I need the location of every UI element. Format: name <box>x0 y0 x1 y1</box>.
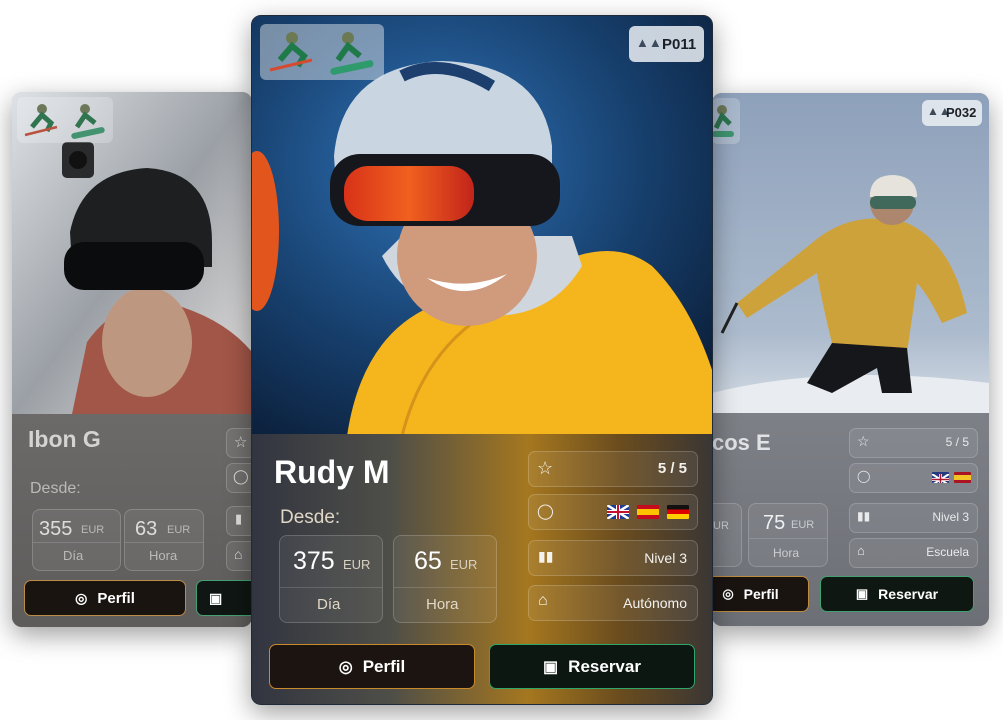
book-button[interactable]: ▣ <box>196 580 252 616</box>
languages-row: ◯ <box>226 463 252 493</box>
price-hour-value: 65 <box>414 547 442 575</box>
currency-label: EUR <box>791 519 815 531</box>
snowboard-icon <box>712 105 734 137</box>
ski-icon <box>24 104 58 137</box>
instructor-card-marcos[interactable]: ▲▲ P032 cos E ☆ 5 / 5 ◯ UR 75 EUR Hora ▮… <box>712 93 989 626</box>
gb-flag <box>932 472 949 483</box>
snowboard-icon <box>330 32 374 75</box>
level-row: ▮ <box>226 506 252 536</box>
instructor-name: Ibon G <box>28 426 101 452</box>
home-icon: ⌂ <box>857 543 865 558</box>
de-flag <box>667 505 689 519</box>
currency-label: EUR <box>81 524 105 536</box>
price-day-value: 355 <box>39 518 73 540</box>
rating-row[interactable]: ☆ 5 / 5 <box>528 451 698 487</box>
user-icon: ◎ <box>722 586 734 601</box>
currency-label: EUR <box>167 524 191 536</box>
code-label: P032 <box>946 105 977 120</box>
rating-value: 5 / 5 <box>657 460 687 477</box>
sport-badges <box>17 97 113 143</box>
mountain-icon: ▲▲ <box>636 35 662 50</box>
hour-label: Hora <box>426 596 459 613</box>
user-icon: ◎ <box>338 658 353 676</box>
book-button[interactable]: ▣ Reservar <box>820 576 974 612</box>
ski-icon <box>269 32 313 72</box>
instructor-code-badge: ▲▲ P011 <box>629 26 704 62</box>
instructor-card-rudy[interactable]: ▲▲ P011 Rudy M ☆ 5 / 5 Desde: ◯ 375 EUR … <box>251 15 713 705</box>
snowboard-icon <box>71 104 105 139</box>
profile-button[interactable]: ◎ Perfil <box>712 576 809 612</box>
price-per-day: UR <box>712 503 742 567</box>
bars-icon: ▮▮ <box>857 509 871 523</box>
chat-icon: ◯ <box>233 468 249 484</box>
currency-label: UR <box>713 520 729 532</box>
gb-flag <box>607 505 629 519</box>
sport-badges <box>712 98 740 144</box>
star-icon: ☆ <box>857 433 870 449</box>
type-row: ⌂ Escuela <box>849 538 978 568</box>
type-value: Autónomo <box>623 595 687 611</box>
chat-icon: ◯ <box>857 469 871 483</box>
level-row: ▮▮ Nivel 3 <box>849 503 978 533</box>
instructor-code-badge: ▲▲ P032 <box>922 100 982 126</box>
instructor-name: Rudy M <box>274 454 390 490</box>
rating-value: 5 / 5 <box>945 435 969 449</box>
profile-button[interactable]: ◎ Perfil <box>24 580 186 616</box>
price-day-value: 375 <box>293 547 335 575</box>
price-per-hour: 63 EUR Hora <box>124 509 204 571</box>
level-row[interactable]: ▮▮ Nivel 3 <box>528 540 698 576</box>
price-per-day: 355 EUR Día <box>32 509 121 571</box>
es-flag <box>954 472 971 483</box>
instructor-card-ibon[interactable]: Ibon G ☆ ◯ Desde: 355 EUR Día 63 EUR Hor… <box>12 92 252 627</box>
rating-row: ☆ 5 / 5 <box>849 428 978 458</box>
user-icon: ◎ <box>75 589 88 606</box>
bars-icon: ▮ <box>235 511 243 526</box>
card-info-panel: Rudy M ☆ 5 / 5 Desde: ◯ 375 EUR Día 65 E… <box>252 434 712 704</box>
calendar-icon: ▣ <box>209 589 223 606</box>
bars-icon: ▮▮ <box>538 548 554 564</box>
rating-row: ☆ <box>226 428 252 458</box>
hour-label: Hora <box>773 546 800 560</box>
price-from-label: Desde: <box>30 480 81 497</box>
home-icon: ⌂ <box>538 592 548 609</box>
type-value: Escuela <box>926 545 969 559</box>
home-icon: ⌂ <box>234 546 243 562</box>
languages-row: ◯ <box>849 463 978 493</box>
price-from-label: Desde: <box>280 507 341 528</box>
price-per-hour: 75 EUR Hora <box>748 503 828 567</box>
level-value: Nivel 3 <box>644 550 687 566</box>
currency-label: EUR <box>450 557 478 572</box>
card-info-panel: cos E ☆ 5 / 5 ◯ UR 75 EUR Hora ▮▮ Nivel … <box>712 413 989 626</box>
instructor-name: cos E <box>712 430 771 455</box>
calendar-icon: ▣ <box>855 586 869 601</box>
price-hour-value: 75 <box>763 512 786 534</box>
star-icon: ☆ <box>537 458 554 478</box>
calendar-icon: ▣ <box>543 658 559 676</box>
instructor-photo <box>712 93 989 413</box>
currency-label: EUR <box>343 557 371 572</box>
code-label: P011 <box>662 36 697 53</box>
card-info-panel: Ibon G ☆ ◯ Desde: 355 EUR Día 63 EUR Hor… <box>12 414 252 627</box>
languages-row[interactable]: ◯ <box>528 494 698 530</box>
type-row[interactable]: ⌂ Autónomo <box>528 585 698 621</box>
level-value: Nivel 3 <box>932 510 969 524</box>
type-row: ⌂ <box>226 541 252 571</box>
book-button[interactable]: ▣ Reservar <box>489 644 695 689</box>
chat-icon: ◯ <box>537 503 554 520</box>
price-per-hour: 65 EUR Hora <box>393 535 497 623</box>
day-label: Día <box>63 548 84 563</box>
hour-label: Hora <box>149 548 178 563</box>
day-label: Día <box>317 596 341 613</box>
price-hour-value: 63 <box>135 518 158 540</box>
price-per-day: 375 EUR Día <box>279 535 383 623</box>
sport-badges <box>260 24 384 80</box>
star-icon: ☆ <box>234 434 248 451</box>
es-flag <box>637 505 659 519</box>
profile-button[interactable]: ◎ Perfil <box>269 644 475 689</box>
